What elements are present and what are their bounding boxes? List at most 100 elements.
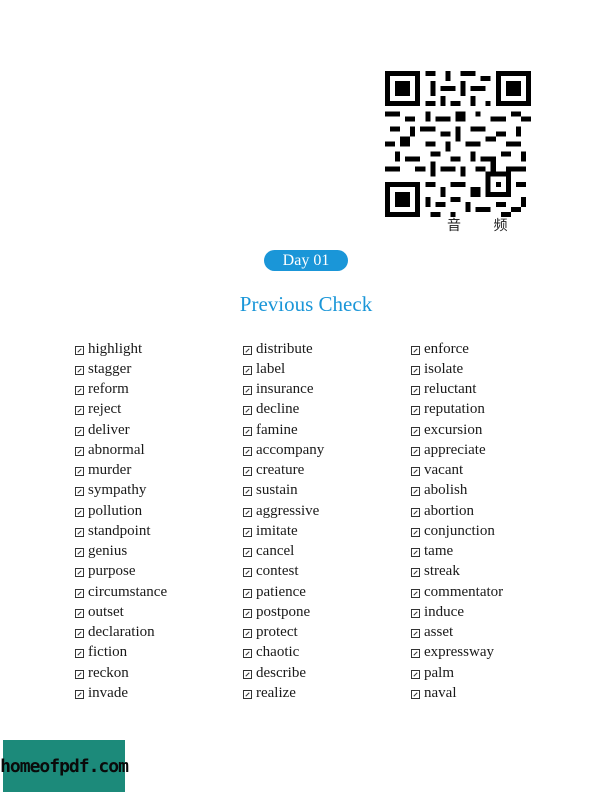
checkbox-icon[interactable]	[243, 588, 252, 598]
checkbox-icon[interactable]	[411, 406, 420, 416]
word-text: circumstance	[88, 583, 168, 600]
word-text: sustain	[256, 482, 298, 499]
day-badge: Day 01	[264, 250, 348, 271]
checkbox-icon[interactable]	[75, 507, 84, 517]
checkbox-icon[interactable]	[75, 406, 84, 416]
word-item: tame	[411, 542, 571, 562]
checkbox-icon[interactable]	[243, 527, 252, 537]
checkbox-icon[interactable]	[411, 608, 420, 618]
checkbox-icon[interactable]	[243, 365, 252, 375]
checkbox-icon[interactable]	[243, 446, 252, 456]
checkbox-icon[interactable]	[75, 548, 84, 558]
checkbox-icon[interactable]	[75, 689, 84, 699]
word-text: excursion	[424, 421, 483, 438]
word-text: expressway	[424, 644, 494, 661]
checkbox-icon[interactable]	[243, 608, 252, 618]
checkbox-icon[interactable]	[243, 487, 252, 497]
word-item: purpose	[75, 562, 235, 582]
checkbox-icon[interactable]	[75, 426, 84, 436]
checkbox-icon[interactable]	[75, 386, 84, 396]
checkbox-icon[interactable]	[75, 365, 84, 375]
checkbox-icon[interactable]	[75, 649, 84, 659]
word-text: abortion	[424, 502, 474, 519]
word-text: invade	[88, 684, 128, 701]
word-item: deliver	[75, 420, 235, 440]
word-item: asset	[411, 623, 571, 643]
checkbox-icon[interactable]	[75, 345, 84, 355]
word-item: fiction	[75, 643, 235, 663]
checkbox-icon[interactable]	[411, 386, 420, 396]
word-text: murder	[88, 462, 132, 479]
watermark-logo: homeofpdf.com	[0, 740, 129, 792]
word-text: commentator	[424, 583, 504, 600]
checkbox-icon[interactable]	[75, 467, 84, 477]
word-item: famine	[243, 420, 403, 440]
word-item: palm	[411, 663, 571, 683]
checkbox-icon[interactable]	[75, 629, 84, 639]
checkbox-icon[interactable]	[411, 568, 420, 578]
checkbox-icon[interactable]	[243, 689, 252, 699]
word-text: stagger	[88, 360, 132, 377]
word-item: circumstance	[75, 582, 235, 602]
checkbox-icon[interactable]	[411, 689, 420, 699]
checkbox-icon[interactable]	[411, 345, 420, 355]
checkbox-icon[interactable]	[411, 446, 420, 456]
word-text: patience	[256, 583, 306, 600]
word-text: reckon	[88, 664, 129, 681]
checkbox-icon[interactable]	[411, 588, 420, 598]
word-text: famine	[256, 421, 298, 438]
word-item: accompany	[243, 440, 403, 460]
checkbox-icon[interactable]	[411, 669, 420, 679]
checkbox-icon[interactable]	[243, 507, 252, 517]
checkbox-icon[interactable]	[243, 629, 252, 639]
word-item: imitate	[243, 521, 403, 541]
checkbox-icon[interactable]	[411, 467, 420, 477]
checkbox-icon[interactable]	[75, 487, 84, 497]
checkbox-icon[interactable]	[411, 548, 420, 558]
checkbox-icon[interactable]	[243, 406, 252, 416]
word-text: highlight	[88, 340, 143, 357]
checkbox-icon[interactable]	[243, 669, 252, 679]
checkbox-icon[interactable]	[75, 669, 84, 679]
checkbox-icon[interactable]	[75, 588, 84, 598]
word-text: reform	[88, 381, 129, 398]
word-item: reputation	[411, 400, 571, 420]
section-title: Previous Check	[239, 292, 373, 316]
word-item: outset	[75, 602, 235, 622]
word-text: accompany	[256, 441, 325, 458]
checkbox-icon[interactable]	[243, 548, 252, 558]
checkbox-icon[interactable]	[411, 487, 420, 497]
word-item: realize	[243, 683, 403, 703]
word-text: naval	[424, 684, 457, 701]
checkbox-icon[interactable]	[411, 649, 420, 659]
word-item: abolish	[411, 481, 571, 501]
checkbox-icon[interactable]	[411, 527, 420, 537]
checkbox-icon[interactable]	[75, 527, 84, 537]
checkbox-icon[interactable]	[75, 446, 84, 456]
word-text: appreciate	[424, 441, 486, 458]
word-item: reject	[75, 400, 235, 420]
word-item: abnormal	[75, 440, 235, 460]
checkbox-icon[interactable]	[75, 568, 84, 578]
checkbox-icon[interactable]	[243, 649, 252, 659]
word-item: distribute	[243, 339, 403, 359]
checkbox-icon[interactable]	[243, 467, 252, 477]
word-text: postpone	[256, 603, 311, 620]
word-text: decline	[256, 401, 300, 418]
word-item: pollution	[75, 501, 235, 521]
word-text: reject	[88, 401, 122, 418]
word-text: standpoint	[88, 522, 151, 539]
checkbox-icon[interactable]	[411, 507, 420, 517]
word-text: insurance	[256, 381, 314, 398]
checkbox-icon[interactable]	[411, 426, 420, 436]
word-text: conjunction	[424, 522, 495, 539]
checkbox-icon[interactable]	[243, 386, 252, 396]
checkbox-icon[interactable]	[411, 629, 420, 639]
checkbox-icon[interactable]	[75, 608, 84, 618]
checkbox-icon[interactable]	[243, 568, 252, 578]
checkbox-icon[interactable]	[243, 426, 252, 436]
checkbox-icon[interactable]	[411, 365, 420, 375]
word-item: streak	[411, 562, 571, 582]
word-item: enforce	[411, 339, 571, 359]
checkbox-icon[interactable]	[243, 345, 252, 355]
